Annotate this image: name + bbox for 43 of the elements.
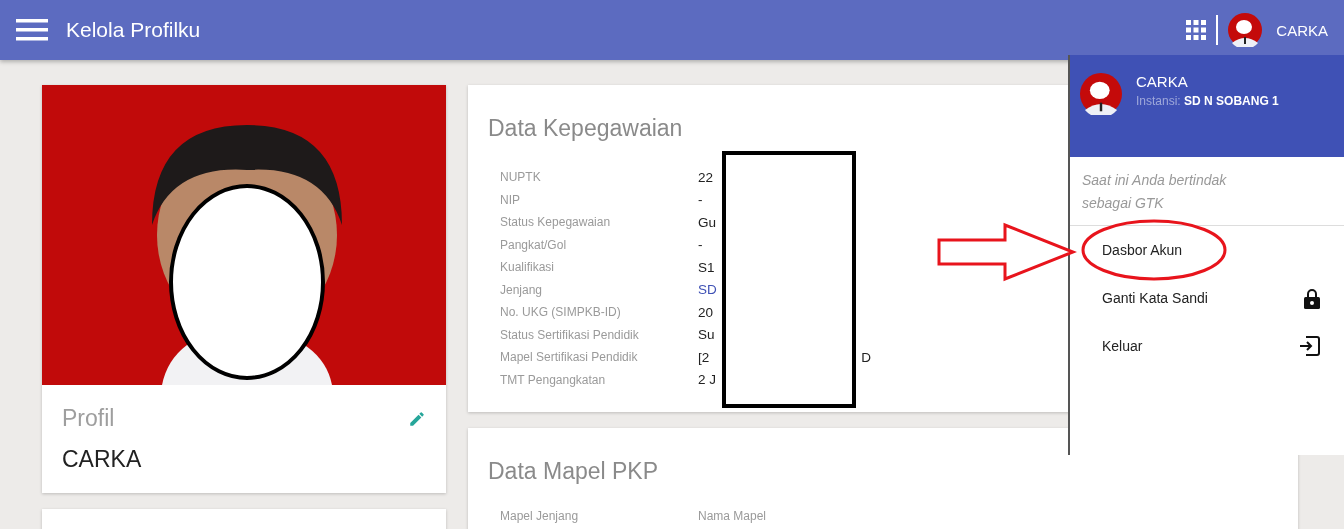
institution-label: Instansi:	[1136, 94, 1181, 108]
field-label: Status Kepegawaian	[500, 215, 612, 230]
field-value: D	[861, 349, 871, 365]
column-header: Mapel Jenjang	[500, 509, 580, 523]
field-value: 22	[698, 169, 714, 185]
field-label: NIP	[500, 192, 521, 207]
page-title: Kelola Profilku	[66, 18, 201, 42]
field-value: SD	[698, 282, 717, 298]
account-name: CARKA	[1136, 73, 1189, 90]
menu-item[interactable]: Ganti Kata Sandi	[1070, 274, 1344, 322]
field-value: S1	[698, 259, 715, 275]
avatar-icon[interactable]	[1228, 13, 1263, 47]
field-label: Mapel Sertifikasi Pendidik	[500, 350, 639, 365]
field-label: Pangkat/Gol	[500, 237, 568, 252]
field-label: No. UKG (SIMPKB-ID)	[500, 305, 622, 320]
lock-icon	[1304, 287, 1320, 309]
field-value: 20	[698, 304, 714, 320]
field-label: Status Sertifikasi Pendidik	[500, 327, 640, 342]
field-value: 2 J	[698, 372, 716, 388]
profile-name: CARKA	[62, 446, 143, 473]
user-name[interactable]: CARKA	[1276, 21, 1328, 39]
column-header: Nama Mapel	[698, 509, 768, 523]
field-label: Kualifikasi	[500, 260, 556, 275]
edit-icon[interactable]	[408, 409, 426, 428]
role-note: Saat ini Anda bertindak sebagai GTK	[1070, 157, 1344, 226]
field-label: TMT Pengangkatan	[500, 372, 607, 387]
field-value: [2	[698, 349, 710, 365]
card-title: Data Kepegawaian	[488, 115, 684, 142]
menu-item[interactable]: Keluar	[1070, 322, 1344, 370]
apps-grid-icon[interactable]	[1186, 20, 1207, 40]
exit-icon	[1300, 336, 1320, 356]
card-title: Data Mapel PKP	[488, 458, 660, 485]
field-value: Gu	[698, 214, 716, 230]
avatar-icon	[1080, 73, 1122, 115]
menu-item[interactable]: Dasbor Akun	[1070, 226, 1344, 274]
field-label: Jenjang	[500, 282, 544, 297]
field-value: -	[698, 237, 703, 253]
institution-name: SD N SOBANG 1	[1184, 94, 1279, 108]
card-heading: Profil	[62, 405, 115, 432]
field-value: Su	[698, 327, 715, 343]
field-value: -	[698, 192, 703, 208]
field-label: NUPTK	[500, 170, 542, 185]
menu-icon[interactable]	[16, 18, 48, 42]
